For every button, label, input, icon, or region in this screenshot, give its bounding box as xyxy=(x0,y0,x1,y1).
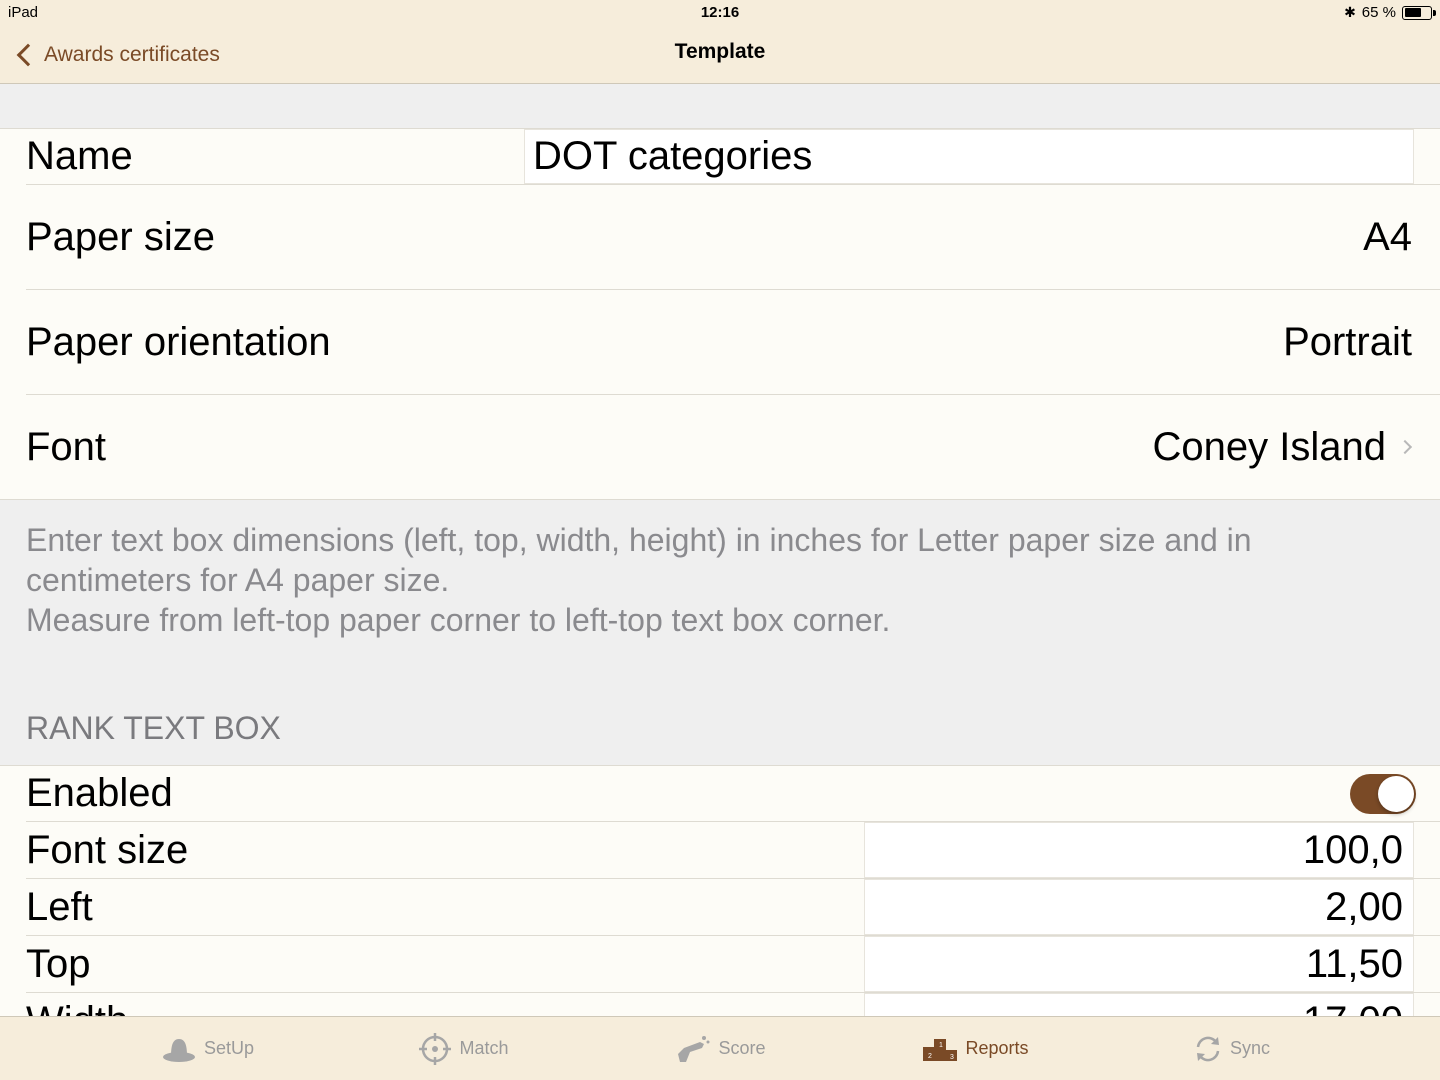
font-label: Font xyxy=(26,424,107,469)
tab-score[interactable]: Score xyxy=(592,1017,848,1080)
crosshair-icon xyxy=(419,1032,452,1065)
font-size-label: Font size xyxy=(26,827,189,872)
svg-text:2: 2 xyxy=(928,1053,932,1060)
tab-sync-label: Sync xyxy=(1229,1038,1271,1058)
template-settings-group: Name DOT categories Paper size A4 Paper … xyxy=(0,128,1440,500)
status-time: 12:16 xyxy=(700,4,740,21)
font-value: Coney Island xyxy=(1152,424,1386,469)
sync-icon xyxy=(1196,1036,1220,1061)
dimensions-info: Enter text box dimensions (left, top, wi… xyxy=(26,520,1416,640)
top-row: Top 11,50 xyxy=(26,936,1440,993)
tab-setup-label: SetUp xyxy=(203,1038,255,1058)
left-row: Left 2,00 xyxy=(26,879,1440,936)
status-right: ✱ 65 % xyxy=(1344,4,1436,21)
tab-score-label: Score xyxy=(718,1038,766,1058)
tab-match-label: Match xyxy=(459,1038,509,1058)
tab-bar: SetUp Match Score 2 1 3 Reports Sync xyxy=(0,1016,1440,1080)
chevron-right-icon xyxy=(1397,439,1413,455)
paper-size-label: Paper size xyxy=(26,214,215,259)
enabled-toggle[interactable] xyxy=(1350,773,1416,814)
tab-reports[interactable]: 2 1 3 Reports xyxy=(848,1017,1104,1080)
battery-fill xyxy=(1404,8,1421,17)
font-size-input[interactable]: 100,0 xyxy=(864,822,1414,878)
info-line-1: Enter text box dimensions (left, top, wi… xyxy=(26,522,1252,598)
rank-text-box-group: Enabled Font size 100,0 Left 2,00 Top 11… xyxy=(0,765,1440,1025)
enabled-label: Enabled xyxy=(26,771,173,815)
name-row: Name DOT categories xyxy=(26,129,1440,185)
battery-percent: 65 % xyxy=(1361,4,1396,21)
battery-icon xyxy=(1402,5,1436,20)
tab-setup[interactable]: SetUp xyxy=(80,1017,336,1080)
top-bar: iPad 12:16 ✱ 65 % Awards certificates Te… xyxy=(0,0,1440,84)
bluetooth-icon: ✱ xyxy=(1344,4,1356,20)
hat-icon xyxy=(162,1038,195,1062)
top-input[interactable]: 11,50 xyxy=(864,936,1414,992)
font-value-wrap[interactable]: Coney Island xyxy=(1153,425,1418,470)
svg-text:3: 3 xyxy=(950,1054,954,1061)
tab-sync[interactable]: Sync xyxy=(1104,1017,1360,1080)
tab-match[interactable]: Match xyxy=(336,1017,592,1080)
paper-orientation-label: Paper orientation xyxy=(26,319,331,364)
name-label: Name xyxy=(26,134,133,178)
paper-size-row[interactable]: Paper size A4 xyxy=(26,185,1440,290)
enabled-row: Enabled xyxy=(26,766,1440,822)
rank-text-box-header: RANK TEXT BOX xyxy=(26,710,281,746)
name-input[interactable]: DOT categories xyxy=(524,129,1414,184)
toggle-knob xyxy=(1378,775,1414,812)
paper-orientation-value[interactable]: Portrait xyxy=(1283,320,1412,365)
font-size-row: Font size 100,0 xyxy=(26,822,1440,879)
page-title: Template xyxy=(674,40,766,63)
top-label: Top xyxy=(26,941,91,986)
tab-reports-label: Reports xyxy=(965,1038,1029,1058)
paper-size-value[interactable]: A4 xyxy=(1363,215,1412,260)
revolver-icon xyxy=(678,1035,710,1062)
podium-icon: 2 1 3 xyxy=(923,1038,958,1061)
font-row[interactable]: Font Coney Island xyxy=(26,395,1440,499)
left-input[interactable]: 2,00 xyxy=(864,879,1414,935)
paper-orientation-row[interactable]: Paper orientation Portrait xyxy=(26,290,1440,395)
svg-text:1: 1 xyxy=(939,1042,943,1049)
info-line-2: Measure from left-top paper corner to le… xyxy=(26,602,891,638)
left-label: Left xyxy=(26,884,93,929)
